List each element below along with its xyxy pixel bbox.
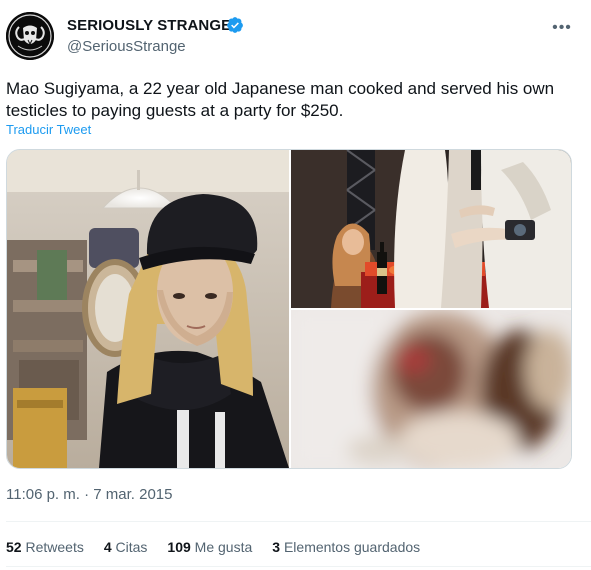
media-photo-party[interactable] bbox=[291, 150, 571, 308]
more-horizontal-icon: ••• bbox=[552, 19, 572, 36]
tweet-text: Mao Sugiyama, a 22 year old Japanese man… bbox=[6, 79, 555, 120]
tweet-card: SERIOUSLY STRANGE @SeriousStrange ••• Ma… bbox=[0, 0, 591, 570]
bookmarks-label: Elementos guardados bbox=[283, 539, 421, 555]
portrait-photo-image bbox=[7, 150, 289, 468]
bookmarks-stat[interactable]: 3 Elementos guardados bbox=[272, 539, 420, 555]
likes-stat[interactable]: 109 Me gusta bbox=[167, 539, 252, 555]
divider bbox=[6, 566, 591, 567]
tweet-timestamp[interactable]: 11:06 p. m. · 7 mar. 2015 bbox=[6, 486, 172, 503]
quotes-stat[interactable]: 4 Citas bbox=[104, 539, 148, 555]
divider bbox=[6, 521, 591, 522]
likes-count: 109 bbox=[167, 539, 191, 555]
party-photo-image bbox=[291, 150, 571, 308]
blurred-photo-image bbox=[291, 310, 571, 468]
avatar[interactable] bbox=[6, 12, 54, 60]
media-photo-portrait[interactable] bbox=[7, 150, 289, 468]
author-name[interactable]: SERIOUSLY STRANGE bbox=[67, 17, 231, 34]
quotes-count: 4 bbox=[103, 539, 112, 555]
verified-badge-icon bbox=[227, 17, 243, 33]
ram-skull-logo-icon bbox=[6, 12, 54, 60]
retweets-count: 52 bbox=[6, 539, 22, 555]
bookmarks-count: 3 bbox=[272, 539, 281, 555]
more-options-button[interactable]: ••• bbox=[548, 14, 576, 42]
translate-tweet-link[interactable]: Traducir Tweet bbox=[6, 122, 91, 137]
likes-label: Me gusta bbox=[194, 539, 253, 555]
quotes-label: Citas bbox=[115, 539, 148, 555]
media-grid bbox=[6, 149, 572, 469]
engagement-stats: 52 Retweets 4 Citas 109 Me gusta 3 Eleme… bbox=[6, 539, 440, 555]
retweets-stat[interactable]: 52 Retweets bbox=[6, 539, 84, 555]
author-handle[interactable]: @SeriousStrange bbox=[67, 38, 186, 55]
media-photo-blurred[interactable] bbox=[291, 310, 571, 468]
retweets-label: Retweets bbox=[25, 539, 84, 555]
